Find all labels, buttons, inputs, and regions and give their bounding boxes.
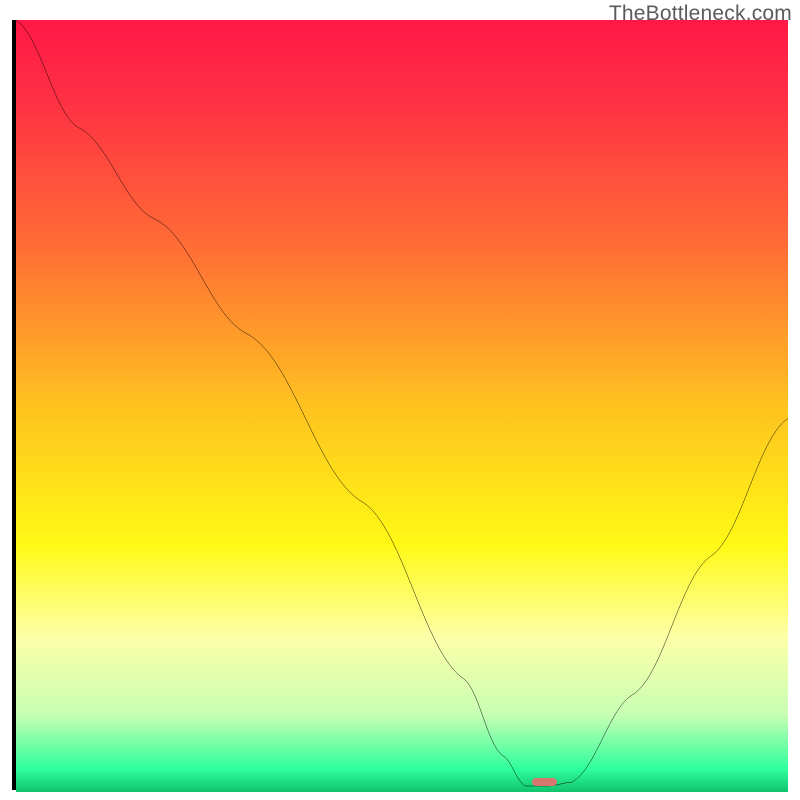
watermark-text: TheBottleneck.com	[609, 2, 792, 26]
optimal-point-marker	[532, 778, 557, 786]
chart-axes-frame	[12, 20, 788, 790]
bottleneck-curve-line	[16, 20, 788, 786]
